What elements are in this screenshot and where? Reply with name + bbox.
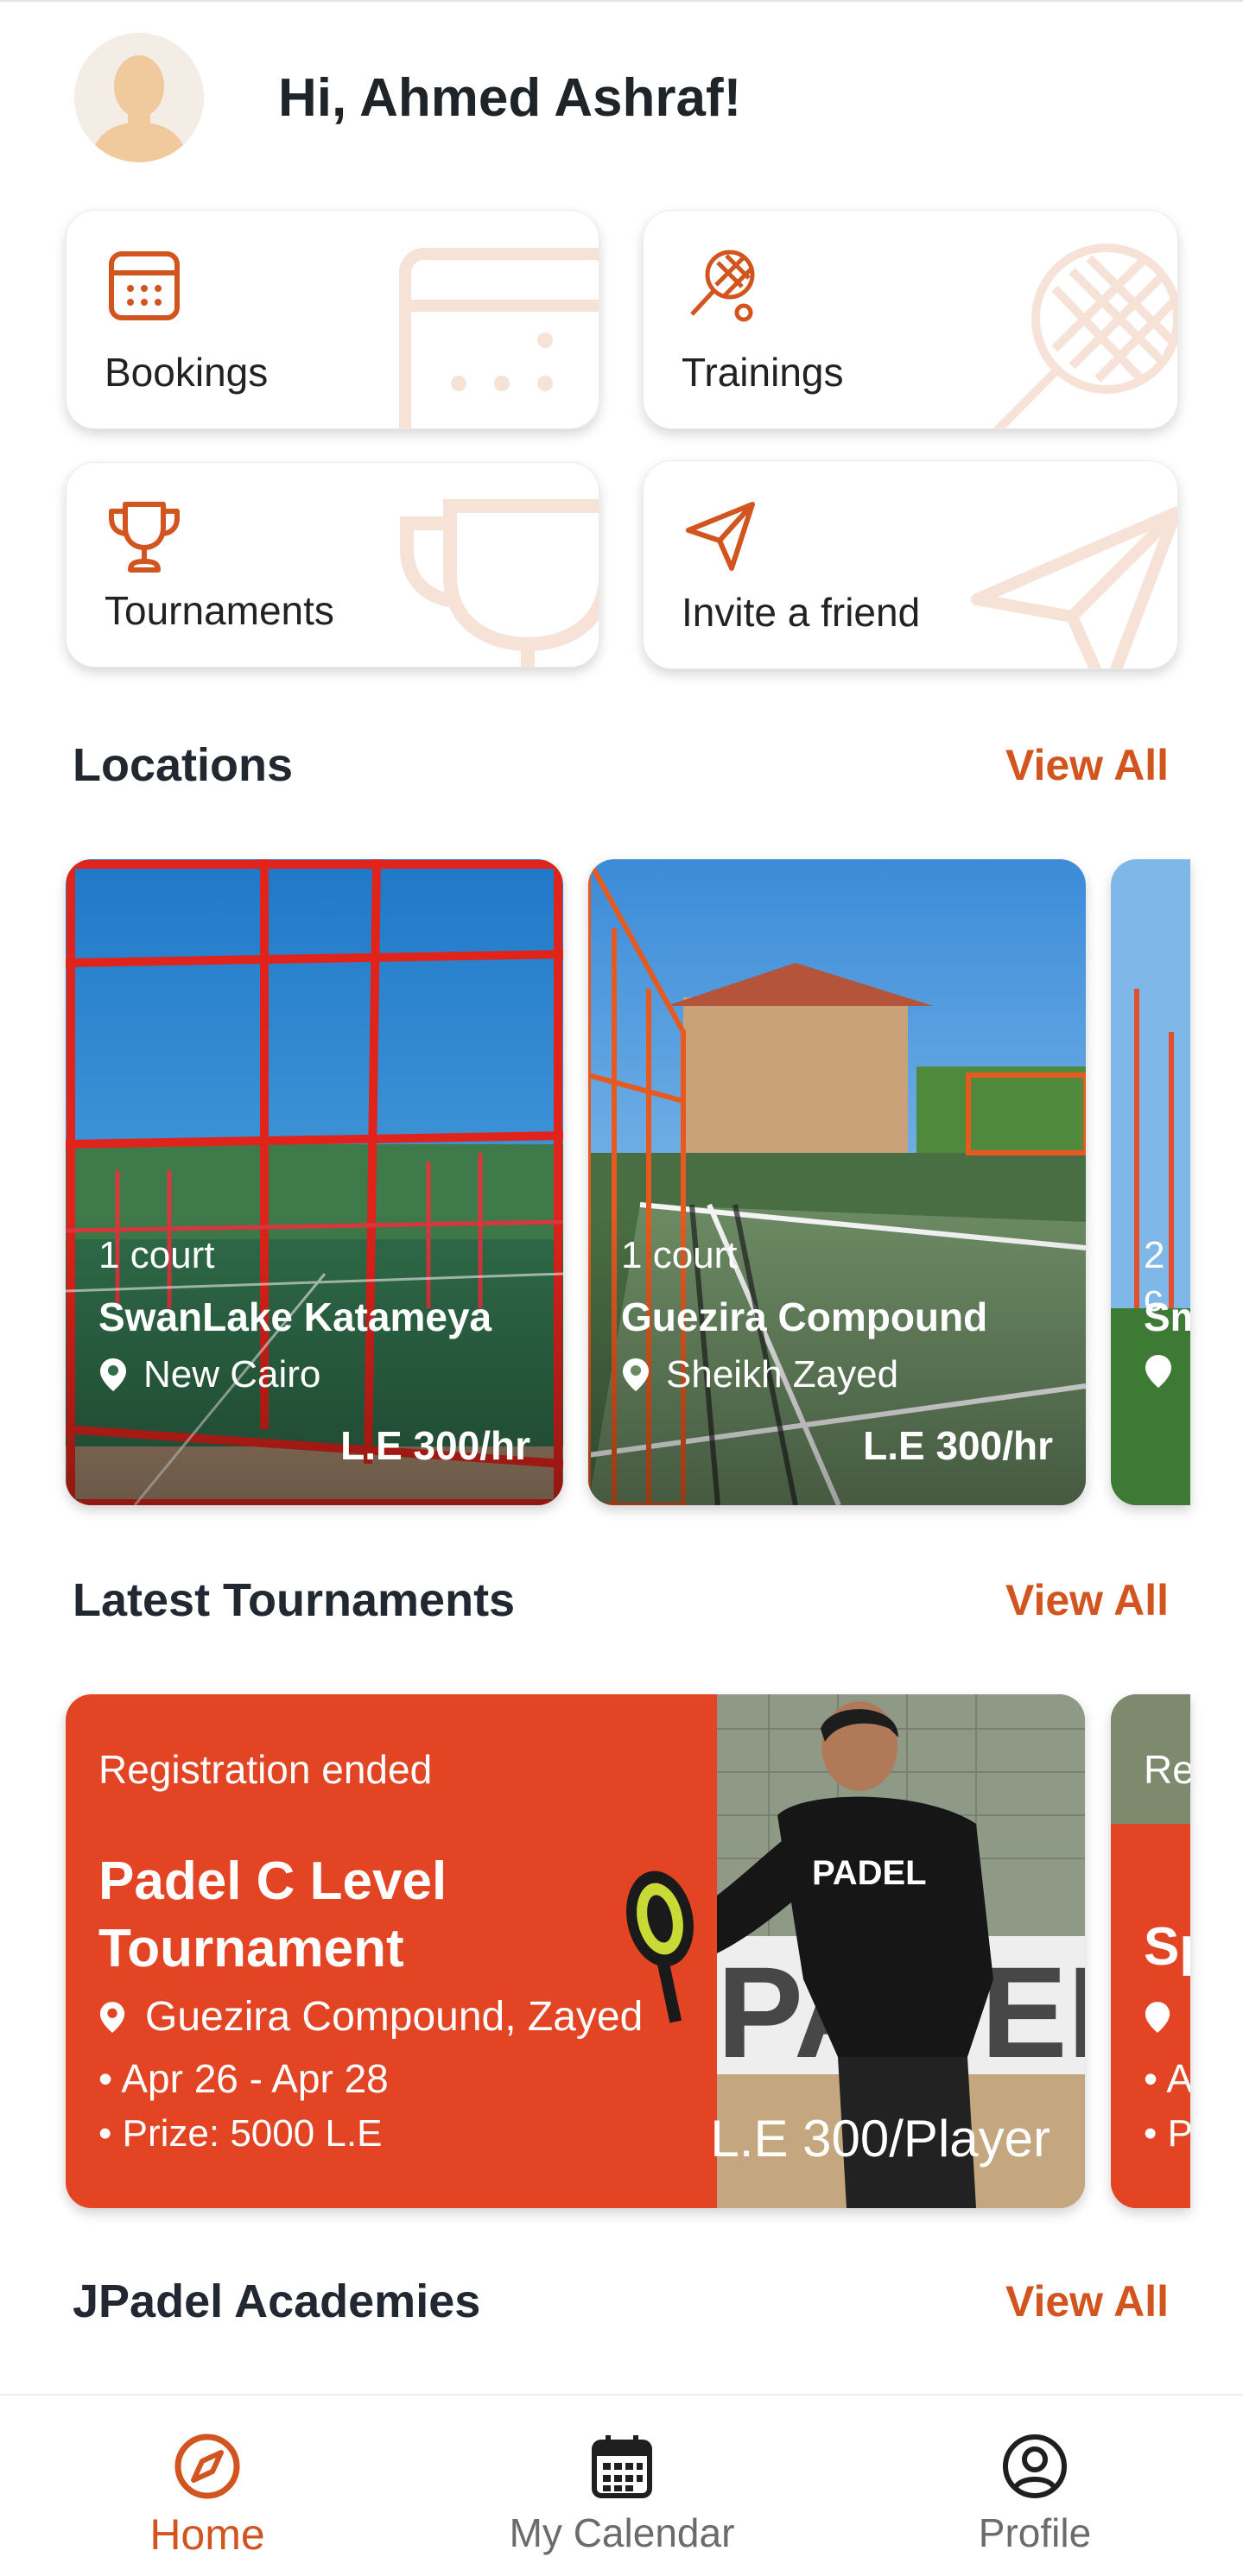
- location-price: L.E 300/hr: [863, 1423, 1053, 1468]
- location-area: Sheikh Zayed: [621, 1353, 898, 1396]
- invite-friend-label: Invite a friend: [682, 590, 921, 635]
- tournament-dates: • Apr 26 - Apr 28: [98, 2056, 389, 2101]
- calendar-icon: [592, 2435, 652, 2498]
- tournament-card[interactable]: Re Sp ( • A • P: [1111, 1694, 1190, 2208]
- user-circle-icon: [1003, 2434, 1067, 2498]
- academies-view-all-link[interactable]: View All: [1005, 2276, 1169, 2326]
- map-pin-icon: [99, 2001, 125, 2033]
- tournament-location-label: Guezira Compound, Zayed: [145, 1994, 644, 2040]
- paper-plane-watermark-icon: [971, 507, 1177, 668]
- location-court-count: 1 court: [98, 1234, 215, 1276]
- nav-home-label: Home: [149, 2510, 265, 2559]
- nav-profile-label: Profile: [978, 2510, 1092, 2555]
- location-card[interactable]: 1 court SwanLake Katameya New Cairo L.E …: [66, 859, 563, 1505]
- tournaments-card[interactable]: Tournaments: [66, 462, 599, 668]
- tournament-status: Registration ended: [98, 1747, 433, 1792]
- location-price: L.E 300/hr: [340, 1423, 530, 1468]
- bottom-navigation: Home My Calendar Profile: [0, 2394, 1243, 2576]
- location-court-count: 1 court: [621, 1234, 738, 1276]
- nav-profile[interactable]: Profile: [905, 2432, 1164, 2556]
- trophy-icon: [109, 502, 180, 573]
- tournament-status: Re: [1144, 1747, 1190, 1792]
- calendar-watermark-icon: [399, 248, 599, 428]
- map-pin-icon: [1145, 2001, 1170, 2033]
- status-divider: [0, 0, 1243, 2]
- location-card[interactable]: 1 court Guezira Compound Sheikh Zayed L.…: [588, 859, 1086, 1505]
- tournaments-view-all-link[interactable]: View All: [1005, 1575, 1169, 1625]
- trainings-card[interactable]: Trainings: [643, 210, 1178, 429]
- map-pin-icon: [1145, 1355, 1171, 1388]
- tournament-name: Padel C Level Tournament: [98, 1851, 447, 1978]
- calendar-icon: [109, 251, 180, 320]
- racket-icon: [690, 250, 755, 322]
- map-pin-icon: [100, 1358, 126, 1391]
- svg-text:PADEL: PADEL: [812, 1854, 927, 1892]
- nav-my-calendar[interactable]: My Calendar: [492, 2432, 752, 2556]
- tournament-location: (: [1144, 1993, 1190, 2041]
- location-area: New Cairo: [98, 1353, 320, 1396]
- tournament-dates: • A: [1144, 2056, 1190, 2101]
- map-pin-icon: [623, 1358, 649, 1391]
- location-area: [1144, 1353, 1189, 1389]
- tournament-name: Sp: [1144, 1917, 1190, 1977]
- compass-icon: [174, 2434, 240, 2499]
- location-area-label: New Cairo: [143, 1353, 321, 1396]
- location-name: Guezira Compound: [621, 1294, 988, 1339]
- academies-title: JPadel Academies: [73, 2275, 481, 2327]
- tournaments-title: Latest Tournaments: [73, 1574, 516, 1626]
- tournament-prize: • Prize: 5000 L.E: [98, 2112, 383, 2155]
- locations-view-all-link[interactable]: View All: [1005, 740, 1169, 790]
- tournament-prize: • P: [1144, 2112, 1190, 2155]
- avatar-icon: [74, 33, 204, 162]
- paper-plane-icon: [686, 502, 755, 571]
- nav-my-calendar-label: My Calendar: [509, 2510, 735, 2555]
- trainings-label: Trainings: [682, 350, 844, 395]
- header: Hi, Ahmed Ashraf!: [74, 33, 741, 162]
- bookings-label: Bookings: [105, 350, 269, 395]
- tournament-price: L.E 300/Player: [710, 2110, 1050, 2168]
- bookings-card[interactable]: Bookings: [66, 210, 599, 429]
- locations-title: Locations: [73, 739, 294, 791]
- avatar[interactable]: [74, 33, 204, 162]
- greeting-title: Hi, Ahmed Ashraf!: [278, 67, 742, 128]
- tournaments-label: Tournaments: [105, 588, 334, 633]
- location-card[interactable]: 2 c Sm: [1111, 859, 1190, 1505]
- tournament-location: Guezira Compound, Zayed: [98, 1993, 643, 2041]
- tournament-card[interactable]: PADEL PADEL Registration ended Padel C L…: [66, 1694, 1085, 2208]
- racket-watermark-icon: [992, 244, 1177, 428]
- nav-home[interactable]: Home: [78, 2432, 337, 2560]
- location-area-label: Sheikh Zayed: [666, 1353, 899, 1396]
- invite-friend-card[interactable]: Invite a friend: [643, 460, 1178, 669]
- location-name: Sm: [1144, 1294, 1190, 1339]
- trophy-watermark-icon: [400, 499, 599, 667]
- location-photo: [1111, 859, 1190, 1505]
- location-name: SwanLake Katameya: [98, 1294, 492, 1339]
